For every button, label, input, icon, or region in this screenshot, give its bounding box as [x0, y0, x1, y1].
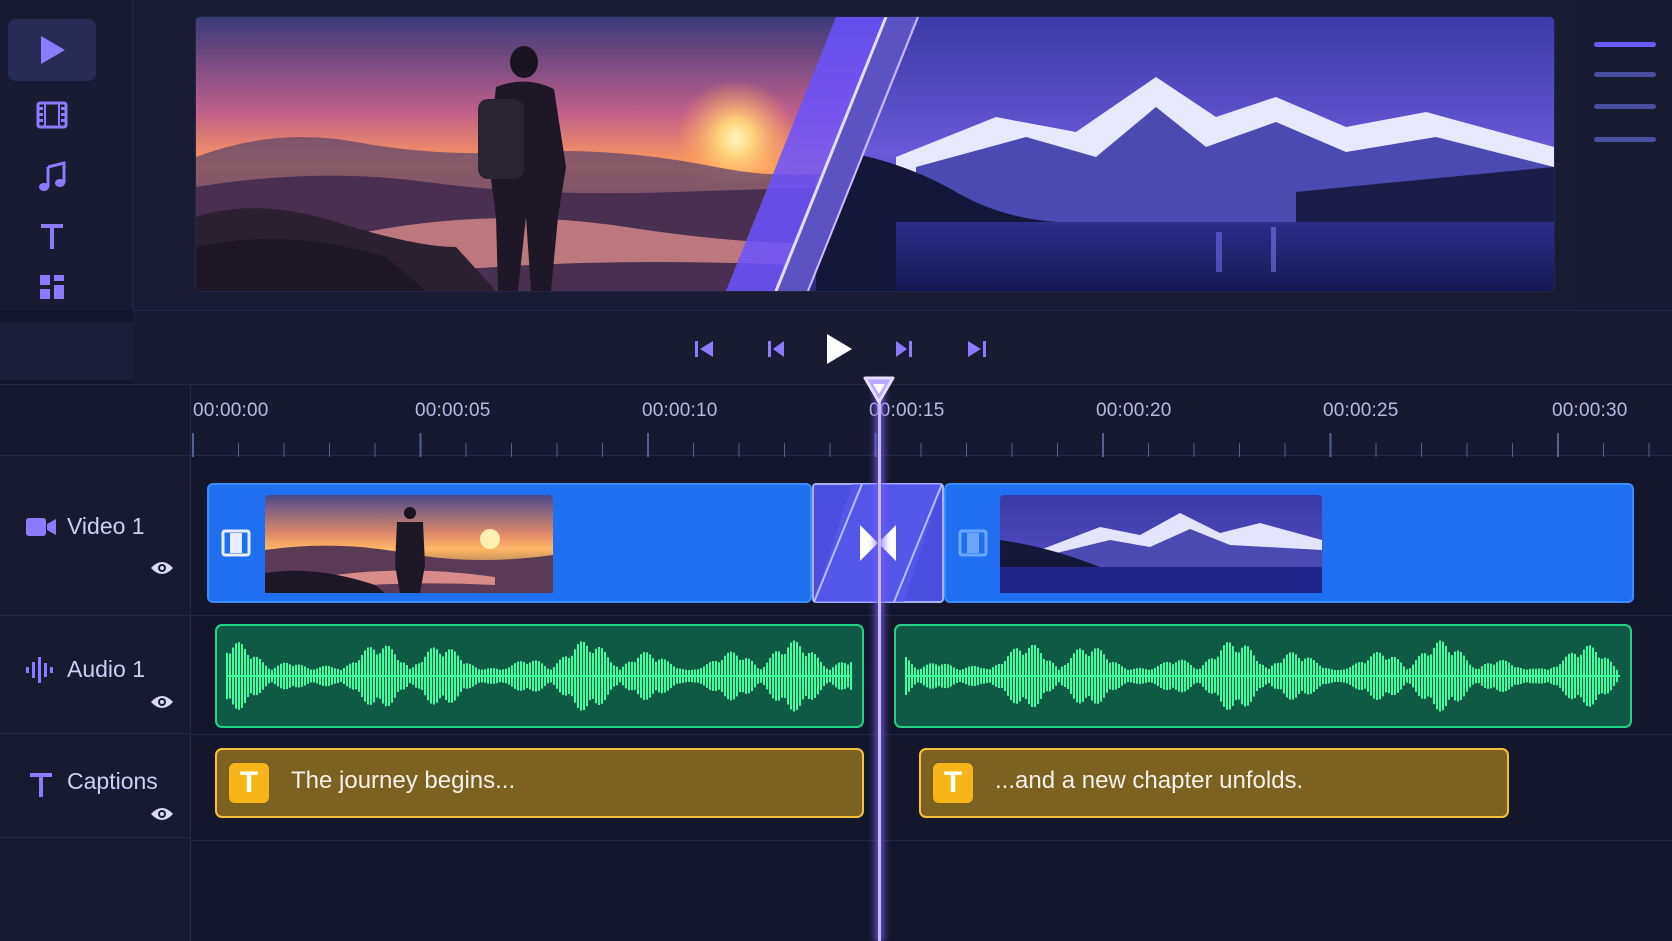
track-name: Audio 1: [67, 656, 146, 682]
track-header-video[interactable]: Video 1: [0, 456, 191, 616]
rail-footer: [0, 322, 133, 380]
tool-rail: [0, 0, 133, 310]
visibility-eye-icon[interactable]: [150, 560, 174, 576]
track-name: Captions: [67, 768, 158, 794]
caption-text-icon: T: [933, 763, 973, 803]
caption-text: The journey begins...: [291, 767, 516, 794]
video-clip-1[interactable]: [207, 483, 812, 603]
play-icon: [827, 334, 852, 364]
transport-bar: [133, 310, 1672, 384]
track-header-audio[interactable]: Audio 1: [0, 616, 191, 734]
film-icon: [958, 529, 988, 557]
right-panel: [1572, 0, 1672, 310]
play-icon: [41, 36, 65, 64]
text-icon: [41, 224, 63, 249]
tool-audio[interactable]: [8, 146, 96, 208]
previous-frame-button[interactable]: [756, 329, 796, 369]
visibility-eye-icon[interactable]: [150, 806, 174, 822]
skip-to-start-icon: [695, 341, 713, 357]
film-icon: [221, 529, 251, 557]
caption-clip-2[interactable]: T ...and a new chapter unfolds.: [919, 748, 1509, 818]
panel-line[interactable]: [1594, 72, 1656, 77]
audio-waveform: [905, 640, 1620, 712]
playhead-handle[interactable]: [862, 375, 896, 405]
panel-line[interactable]: [1594, 42, 1656, 47]
lane-divider: [191, 734, 1672, 735]
layout-icon: [40, 275, 64, 299]
skip-to-end-button[interactable]: [957, 329, 997, 369]
caption-text: ...and a new chapter unfolds.: [995, 767, 1304, 794]
preview-frame: [196, 17, 1554, 291]
track-headers: Video 1 Audio 1 Captions: [0, 456, 191, 941]
caption-text-icon: T: [229, 763, 269, 803]
clip-thumbnail: [1000, 495, 1322, 593]
caption-clip-1[interactable]: T The journey begins...: [215, 748, 864, 818]
play-button[interactable]: [817, 327, 861, 371]
tool-media[interactable]: [8, 84, 96, 146]
clip-thumbnail: [265, 495, 553, 593]
playhead-line[interactable]: [878, 384, 881, 941]
track-header-captions[interactable]: Captions: [0, 734, 191, 838]
audio-waveform: [226, 640, 852, 712]
audio-clip-1[interactable]: [215, 624, 864, 728]
video-editor: 00:00:00 00:00:05 00:00:10 00:00:15 00:0…: [0, 0, 1672, 941]
lane-divider: [191, 840, 1672, 841]
panel-line[interactable]: [1594, 137, 1656, 142]
video-camera-icon: [26, 518, 56, 536]
film-icon: [36, 101, 68, 129]
music-icon: [39, 161, 66, 191]
visibility-eye-icon[interactable]: [150, 694, 174, 710]
snow-mountain-lake-scene: [806, 17, 1554, 291]
tool-layout[interactable]: [8, 258, 96, 316]
panel-line[interactable]: [1594, 104, 1656, 109]
audio-clip-2[interactable]: [894, 624, 1632, 728]
previous-frame-icon: [768, 341, 784, 357]
skip-to-start-button[interactable]: [684, 329, 724, 369]
next-frame-button[interactable]: [884, 329, 924, 369]
track-name: Video 1: [67, 513, 145, 539]
skip-to-end-icon: [968, 341, 986, 357]
text-icon: [30, 773, 52, 797]
audio-wave-icon: [26, 657, 53, 683]
next-frame-icon: [896, 341, 912, 357]
video-clip-2[interactable]: [944, 483, 1634, 603]
preview-canvas[interactable]: [196, 17, 1554, 291]
lane-divider: [191, 615, 1672, 616]
ruler-ticks: [192, 433, 1650, 457]
timeline-ruler[interactable]: 00:00:00 00:00:05 00:00:10 00:00:15 00:0…: [0, 384, 1672, 457]
tool-play[interactable]: [8, 19, 96, 81]
